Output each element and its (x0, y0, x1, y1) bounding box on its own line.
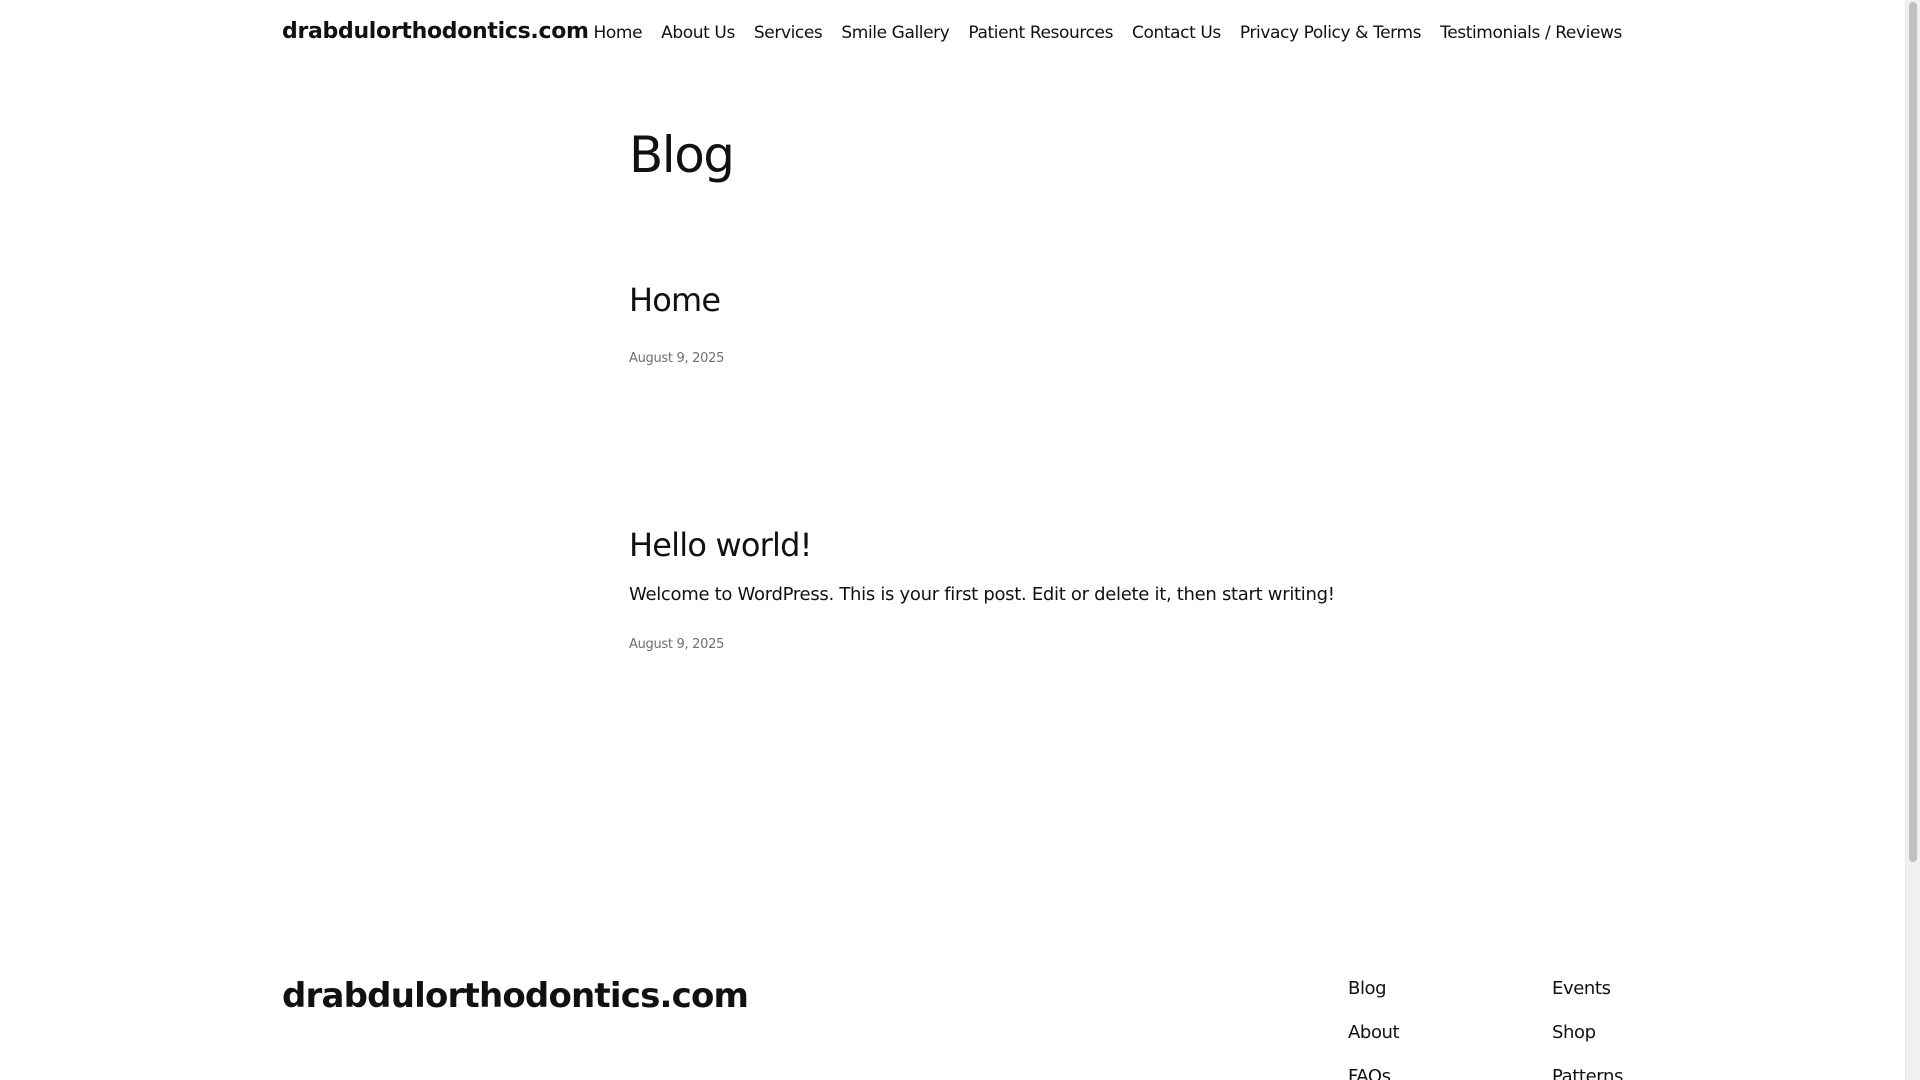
post-date[interactable]: August 9, 2025 (629, 351, 724, 366)
nav-item-about-us[interactable]: About Us (661, 23, 735, 43)
post-title-link[interactable]: Hello world! (629, 529, 1349, 561)
footer-nav-column: Events Shop Patterns (1552, 978, 1623, 1080)
post-item: Home August 9, 2025 (629, 284, 1349, 366)
main-navigation: Home About Us Services Smile Gallery Pat… (594, 23, 1623, 43)
post-title-link[interactable]: Home (629, 284, 1349, 316)
browser-viewport: drabdulorthodontics.com Home About Us Se… (0, 0, 1920, 1080)
nav-item-testimonials[interactable]: Testimonials / Reviews (1440, 23, 1622, 43)
post-item: Hello world! Welcome to WordPress. This … (629, 529, 1349, 652)
nav-item-patient-resources[interactable]: Patient Resources (968, 23, 1113, 43)
footer-link-about[interactable]: About (1348, 1022, 1400, 1066)
footer-link-events[interactable]: Events (1552, 978, 1623, 1022)
nav-item-privacy-policy[interactable]: Privacy Policy & Terms (1240, 23, 1422, 43)
nav-item-contact-us[interactable]: Contact Us (1132, 23, 1221, 43)
footer-link-shop[interactable]: Shop (1552, 1022, 1623, 1066)
footer-link-blog[interactable]: Blog (1348, 978, 1399, 1022)
footer-link-faqs[interactable]: FAQs (1348, 1066, 1399, 1080)
page-title: Blog (629, 126, 735, 184)
footer-link-patterns[interactable]: Patterns (1552, 1066, 1623, 1080)
footer-nav-column: Blog About FAQs (1348, 978, 1400, 1080)
nav-item-home[interactable]: Home (594, 23, 643, 43)
scrollbar-thumb[interactable] (1909, 2, 1917, 862)
site-title-link[interactable]: drabdulorthodontics.com (282, 19, 589, 44)
post-date[interactable]: August 9, 2025 (629, 637, 724, 652)
site-header: drabdulorthodontics.com Home About Us Se… (282, 0, 1622, 70)
main-content: Blog Home August 9, 2025 Hello world! We… (629, 126, 1349, 652)
nav-item-services[interactable]: Services (754, 23, 823, 43)
page: drabdulorthodontics.com Home About Us Se… (0, 0, 1905, 1080)
footer-site-title-link[interactable]: drabdulorthodontics.com (282, 976, 749, 1016)
vertical-scrollbar[interactable] (1905, 0, 1920, 1080)
post-excerpt: Welcome to WordPress. This is your first… (629, 584, 1335, 605)
nav-item-smile-gallery[interactable]: Smile Gallery (841, 23, 949, 43)
